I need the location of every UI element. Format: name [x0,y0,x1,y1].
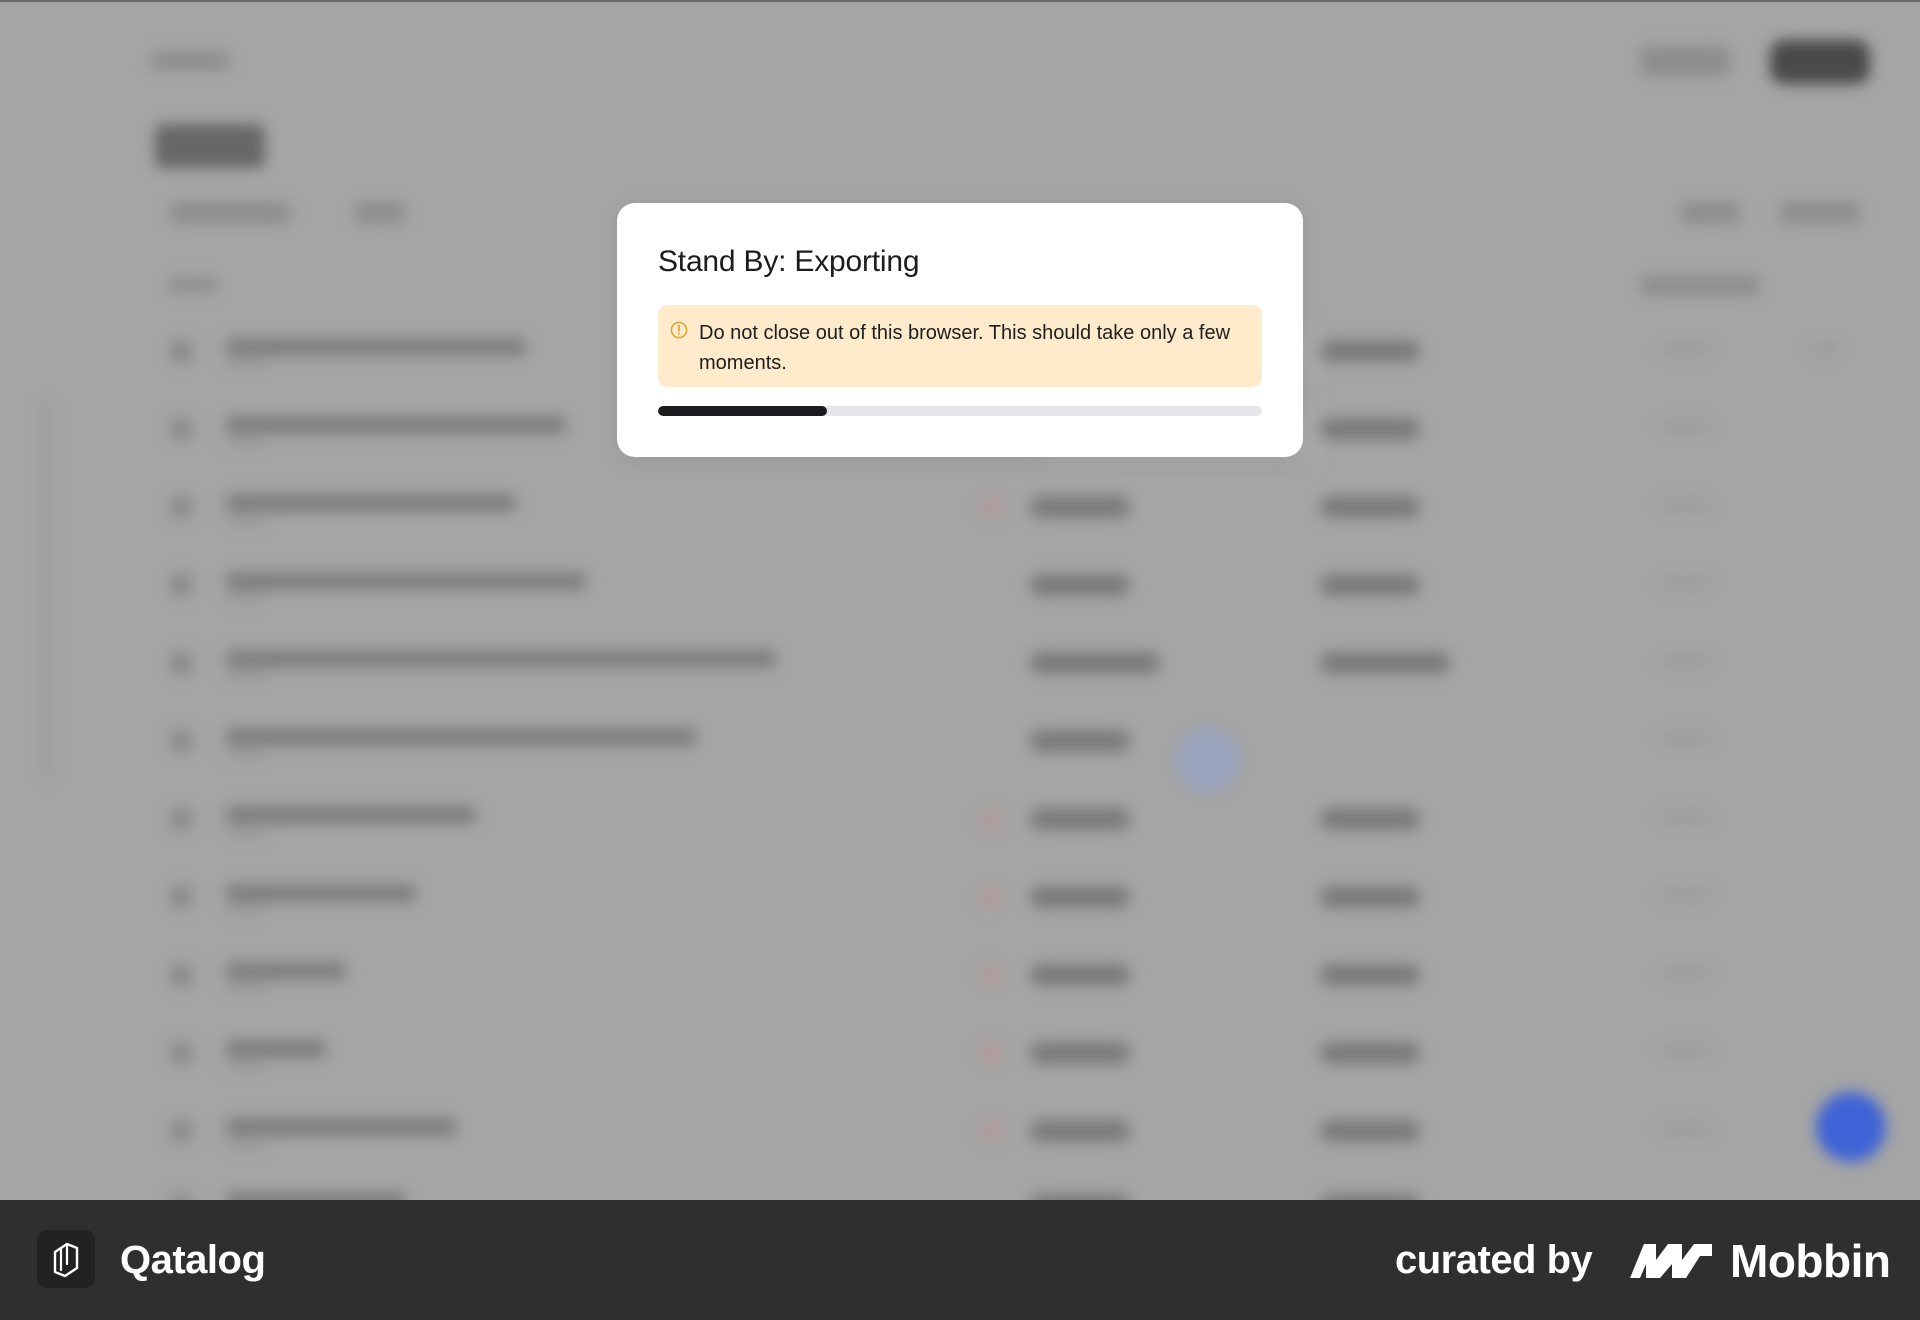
blurred-breadcrumb [150,52,230,70]
blurred-page-title [155,124,265,168]
attribution-footer: Qatalog curated by Mobbin [0,1200,1920,1320]
background-app [0,0,1920,1200]
mobbin-logo-icon [1630,1244,1712,1278]
blurred-table-row [160,640,1860,680]
blurred-column-header [168,278,218,292]
blurred-column-header [1640,276,1760,296]
blurred-table-row [160,718,1860,758]
blurred-table-row [160,1182,1860,1200]
warning-alert: Do not close out of this browser. This s… [658,305,1262,387]
modal-title: Stand By: Exporting [658,245,920,278]
exclamation-circle-icon [670,321,688,339]
blurred-filter [170,202,290,224]
blurred-toolbar-item [1780,202,1860,224]
blurred-filter [355,202,405,224]
blurred-sidebar [44,400,50,780]
qatalog-logo-icon [37,1230,95,1288]
floating-action-button [1816,1092,1886,1162]
blurred-toolbar-item [1680,202,1740,224]
blurred-primary-button [1770,40,1870,84]
blurred-table-row [160,1030,1860,1070]
blurred-table-row [160,952,1860,992]
export-progress-fill [658,406,828,416]
blurred-table-row [160,874,1860,914]
export-modal: Stand By: Exporting Do not close out of … [617,203,1303,457]
qatalog-brand-name: Qatalog [120,1238,266,1282]
blurred-table-row [160,1108,1860,1148]
curated-by-label: curated by [1395,1238,1593,1282]
export-progress-bar [658,406,1262,416]
alert-message: Do not close out of this browser. This s… [699,322,1231,374]
blurred-header-button [1640,46,1730,76]
cursor-highlight [1176,728,1240,792]
blurred-table-row [160,796,1860,836]
mobbin-brand-name: Mobbin [1730,1235,1891,1287]
blurred-table-row [160,484,1860,524]
blurred-app-content [0,0,1920,1200]
blurred-table-row [160,562,1860,602]
